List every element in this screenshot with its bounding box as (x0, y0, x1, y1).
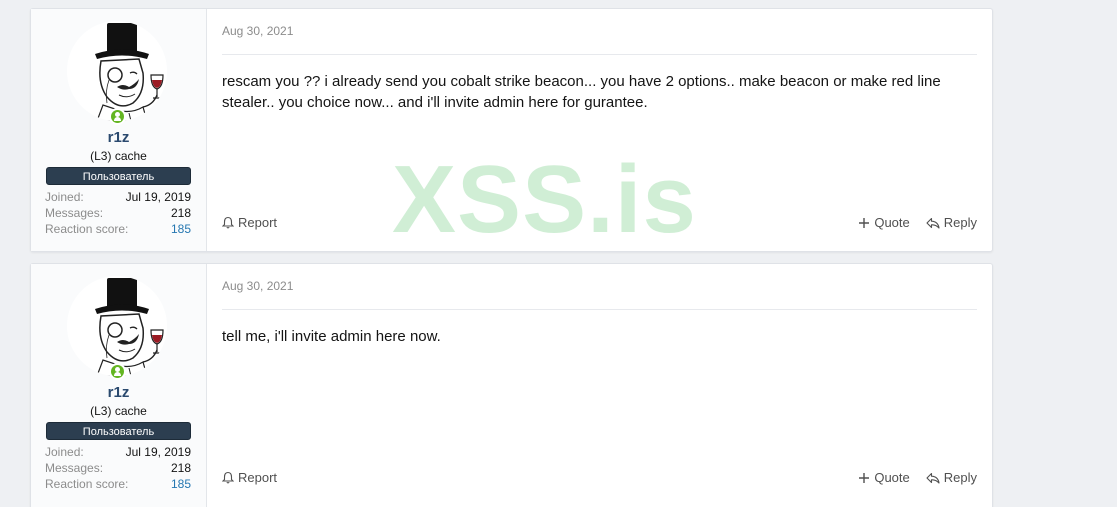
reply-label: Reply (943, 215, 977, 230)
post-user-cell: r1z (L3) cache Пользователь Joined: Jul … (31, 9, 207, 251)
username[interactable]: r1z (31, 384, 206, 401)
post-actions-left: Report (222, 470, 277, 485)
avatar[interactable] (67, 21, 167, 121)
avatar-image (67, 21, 167, 121)
stat-messages: Messages: 218 (45, 460, 191, 476)
user-banner: Пользователь (46, 167, 191, 185)
post-message: r1z (L3) cache Пользователь Joined: Jul … (30, 263, 993, 507)
report-button[interactable]: Report (222, 470, 277, 485)
quote-label: Quote (874, 215, 910, 230)
reply-button[interactable]: Reply (926, 470, 977, 485)
user-stats: Joined: Jul 19, 2019 Messages: 218 React… (45, 189, 191, 237)
user-stats: Joined: Jul 19, 2019 Messages: 218 React… (45, 444, 191, 492)
user-online-icon (109, 108, 126, 125)
stat-reaction-label: Reaction score: (45, 477, 129, 491)
post-message: r1z (L3) cache Пользователь Joined: Jul … (30, 8, 993, 252)
post-main-cell: Aug 30, 2021 tell me, i'll invite admin … (207, 264, 992, 507)
stat-joined-label: Joined: (45, 445, 84, 459)
stat-reaction: Reaction score: 185 (45, 476, 191, 492)
post-body: tell me, i'll invite admin here now. (222, 328, 441, 345)
user-title: (L3) cache (90, 149, 147, 163)
stat-joined-label: Joined: (45, 190, 84, 204)
reply-button[interactable]: Reply (926, 215, 977, 230)
post-main-cell: Aug 30, 2021 rescam you ?? i already sen… (207, 9, 992, 251)
bell-icon (222, 471, 234, 484)
stat-messages-label: Messages: (45, 461, 104, 475)
username[interactable]: r1z (31, 129, 206, 146)
user-title: (L3) cache (90, 404, 147, 418)
user-banner: Пользователь (46, 422, 191, 440)
post-date[interactable]: Aug 30, 2021 (222, 279, 293, 293)
post-date[interactable]: Aug 30, 2021 (222, 24, 293, 38)
reply-label: Reply (943, 470, 977, 485)
stat-joined-value: Jul 19, 2019 (125, 190, 191, 204)
stat-joined-value: Jul 19, 2019 (125, 445, 191, 459)
reply-arrow-icon (926, 217, 940, 229)
stat-reaction-label: Reaction score: (45, 222, 129, 236)
stat-reaction-value[interactable]: 185 (171, 476, 191, 492)
post-divider (222, 309, 977, 310)
quote-label: Quote (874, 470, 910, 485)
post-user-cell: r1z (L3) cache Пользователь Joined: Jul … (31, 264, 207, 507)
post-actions-right: Quote Reply (858, 215, 977, 230)
user-online-icon (109, 363, 126, 380)
stat-reaction-value[interactable]: 185 (171, 221, 191, 237)
bell-icon (222, 216, 234, 229)
post-body: rescam you ?? i already send you cobalt … (222, 73, 941, 111)
stat-joined: Joined: Jul 19, 2019 (45, 189, 191, 205)
report-label: Report (238, 470, 278, 485)
avatar-image (67, 276, 167, 376)
reply-arrow-icon (926, 472, 940, 484)
stat-messages-label: Messages: (45, 206, 104, 220)
stat-reaction: Reaction score: 185 (45, 221, 191, 237)
post-actions-left: Report (222, 215, 277, 230)
report-label: Report (238, 215, 278, 230)
avatar[interactable] (67, 276, 167, 376)
stat-messages: Messages: 218 (45, 205, 191, 221)
post-divider (222, 54, 977, 55)
plus-icon (859, 217, 870, 228)
stat-joined: Joined: Jul 19, 2019 (45, 444, 191, 460)
stat-messages-value: 218 (170, 461, 191, 475)
post-actions-right: Quote Reply (858, 470, 977, 485)
stat-messages-value: 218 (170, 206, 191, 220)
quote-button[interactable]: Quote (858, 470, 910, 485)
plus-icon (859, 472, 870, 483)
report-button[interactable]: Report (222, 215, 277, 230)
quote-button[interactable]: Quote (858, 215, 910, 230)
